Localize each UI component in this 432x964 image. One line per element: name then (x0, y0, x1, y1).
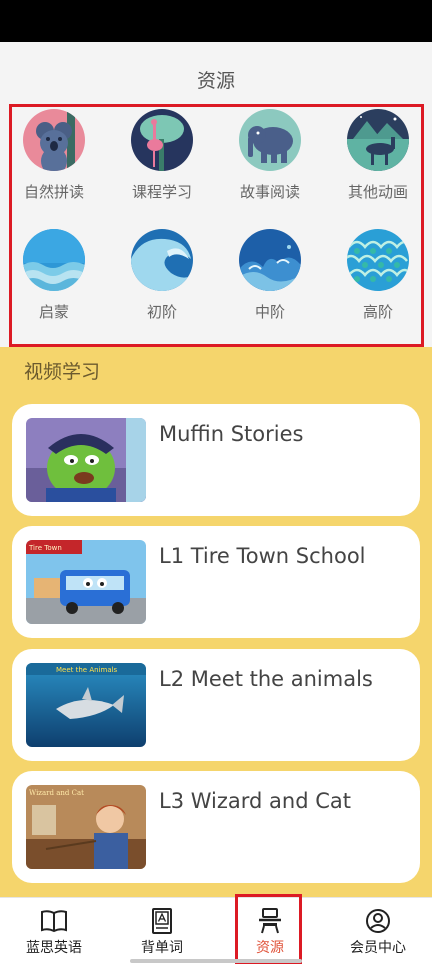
video-thumbnail (26, 418, 146, 502)
thumbnail-text: Tire Town (28, 544, 62, 552)
video-title: L2 Meet the animals (159, 667, 373, 691)
category-course[interactable]: 课程学习 (112, 109, 212, 202)
nav-label: 会员中心 (350, 940, 406, 956)
category-elementary[interactable]: 初阶 (112, 229, 212, 322)
category-story[interactable]: 故事阅读 (220, 109, 320, 202)
video-title: Muffin Stories (159, 422, 304, 446)
video-thumbnail: Wizard and Cat (26, 785, 146, 869)
category-label: 中阶 (254, 303, 285, 321)
category-beginner[interactable]: 启蒙 (4, 229, 104, 322)
category-advanced[interactable]: 高阶 (328, 229, 428, 322)
flamingo-icon (131, 109, 193, 171)
nav-item-vocabulary[interactable]: 背单词 (108, 898, 216, 964)
category-label: 其他动画 (347, 183, 408, 201)
user-circle-icon (366, 909, 390, 933)
section-title: 视频学习 (24, 361, 101, 383)
nav-label: 蓝思英语 (26, 940, 82, 956)
video-card-wizard-and-cat[interactable]: Wizard and Cat L3 Wizard and Cat (12, 771, 420, 883)
word-book-icon (152, 908, 172, 934)
desk-icon (259, 908, 281, 934)
thumbnail-text: Meet the Animals (56, 666, 118, 674)
nav-label: 背单词 (141, 940, 183, 956)
video-title: L1 Tire Town School (159, 544, 366, 568)
thumbnail-text: Wizard and Cat (29, 789, 84, 797)
category-label: 启蒙 (38, 303, 69, 321)
video-card-muffin-stories[interactable]: Muffin Stories (12, 404, 420, 516)
video-thumbnail: Meet the Animals (26, 663, 146, 747)
category-grid: 自然拼读 课程学习 故事阅读 其他动画 启蒙 初阶 中阶 高阶 (0, 104, 432, 347)
home-indicator (130, 959, 302, 963)
nav-label: 资源 (256, 940, 284, 956)
calm-wave-icon (23, 229, 85, 291)
category-other-animation[interactable]: 其他动画 (328, 109, 428, 202)
category-label: 故事阅读 (239, 183, 300, 201)
category-label: 高阶 (362, 303, 393, 321)
category-intermediate[interactable]: 中阶 (220, 229, 320, 322)
book-open-icon (41, 910, 67, 933)
category-phonics[interactable]: 自然拼读 (4, 109, 104, 202)
nav-item-resources[interactable]: 资源 (216, 898, 324, 964)
elephant-icon (239, 109, 301, 171)
koala-icon (23, 109, 85, 171)
category-label: 自然拼读 (23, 183, 84, 201)
camel-icon (347, 109, 409, 171)
video-title: L3 Wizard and Cat (159, 789, 351, 813)
category-label: 课程学习 (131, 183, 192, 201)
video-card-meet-the-animals[interactable]: Meet the Animals L2 Meet the animals (12, 649, 420, 761)
pattern-wave-icon (347, 229, 409, 291)
status-bar (0, 0, 432, 42)
video-card-tire-town-school[interactable]: Tire Town L1 Tire Town School (12, 526, 420, 638)
video-thumbnail: Tire Town (26, 540, 146, 624)
curl-wave-icon (131, 229, 193, 291)
category-label: 初阶 (146, 303, 177, 321)
splash-wave-icon (239, 229, 301, 291)
nav-item-lexile-english[interactable]: 蓝思英语 (0, 898, 108, 964)
bottom-nav: 蓝思英语 背单词 资源 会员中心 (0, 897, 432, 964)
page-title: 资源 (196, 70, 235, 92)
nav-item-member-center[interactable]: 会员中心 (324, 898, 432, 964)
